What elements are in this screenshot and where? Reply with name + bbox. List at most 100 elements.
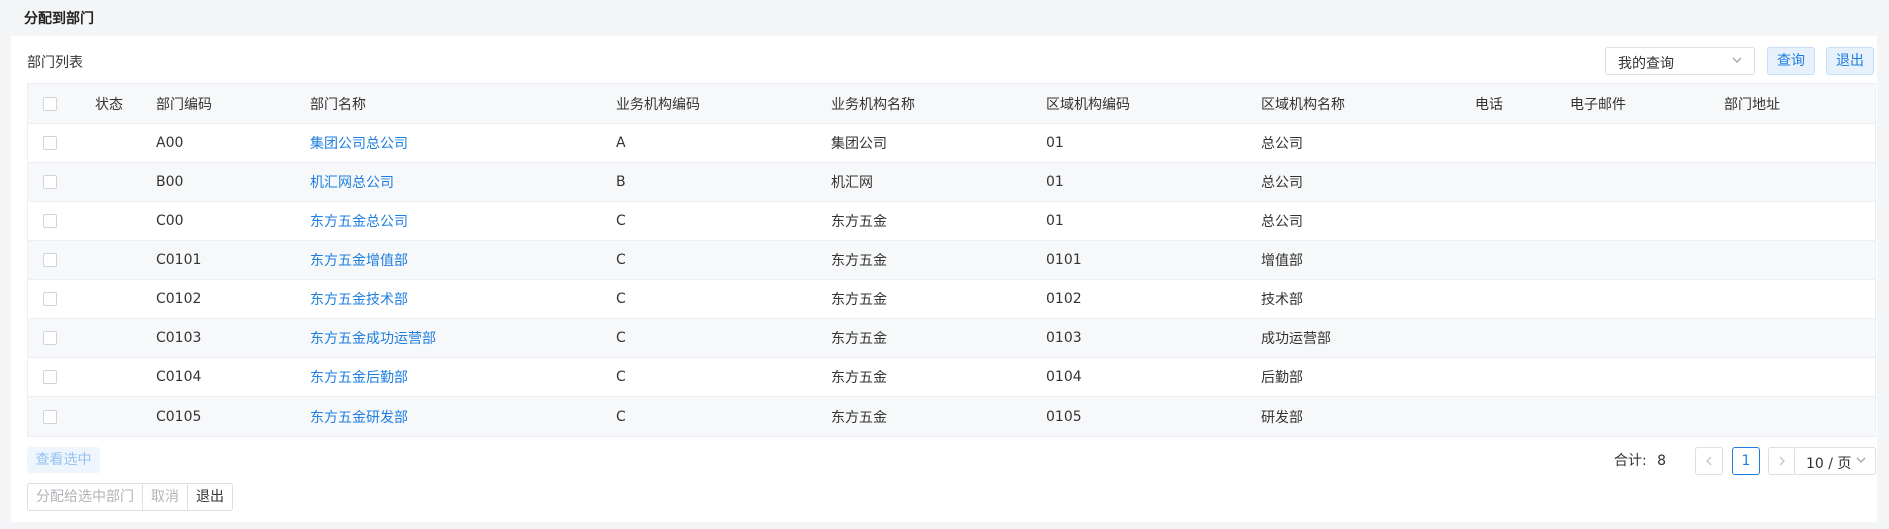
cell-business-name: 东方五金 — [831, 409, 887, 426]
select-all-checkbox[interactable] — [43, 96, 57, 111]
cell-name-link[interactable]: 机汇网总公司 — [310, 163, 394, 201]
row-checkbox[interactable] — [43, 292, 57, 306]
cell-region-name: 成功运营部 — [1261, 331, 1331, 347]
cell-business-code: C — [616, 252, 626, 268]
table-row[interactable]: C0105 东方五金研发部 C 东方五金 0105 研发部 — [28, 397, 1875, 436]
col-header-email: 电子邮件 — [1570, 96, 1626, 113]
col-header-business-code: 业务机构编码 — [616, 96, 700, 113]
table-row[interactable]: A00 集团公司总公司 A 集团公司 01 总公司 — [28, 124, 1875, 163]
department-panel: 部门列表 我的查询 查询 退出 状态 部门编码 部门名称 业务机构编码 业务机构… — [11, 36, 1877, 522]
col-header-name: 部门名称 — [310, 96, 366, 113]
cancel-button[interactable]: 取消 — [143, 484, 188, 510]
row-checkbox[interactable] — [43, 370, 57, 384]
table-row[interactable]: C0103 东方五金成功运营部 C 东方五金 0103 成功运营部 — [28, 319, 1875, 358]
row-checkbox[interactable] — [43, 175, 57, 189]
table-row[interactable]: B00 机汇网总公司 B 机汇网 01 总公司 — [28, 163, 1875, 202]
cell-business-name: 集团公司 — [831, 136, 887, 152]
cell-name-link[interactable]: 东方五金成功运营部 — [310, 319, 436, 357]
query-select[interactable]: 我的查询 — [1605, 47, 1755, 75]
cell-code: C0104 — [156, 369, 202, 385]
page-button-current[interactable]: 1 — [1732, 447, 1760, 475]
pagination-total-count: 8 — [1657, 453, 1667, 469]
cell-business-code: B — [616, 174, 626, 190]
table-row[interactable]: C0101 东方五金增值部 C 东方五金 0101 增值部 — [28, 241, 1875, 280]
query-select-value: 我的查询 — [1618, 56, 1674, 72]
table-header-row: 状态 部门编码 部门名称 业务机构编码 业务机构名称 区域机构编码 区域机构名称… — [28, 84, 1875, 124]
col-header-phone: 电话 — [1475, 96, 1503, 113]
cell-region-code: 01 — [1046, 213, 1064, 229]
cell-region-name: 研发部 — [1261, 409, 1303, 426]
cell-name-link[interactable]: 东方五金后勤部 — [310, 358, 408, 396]
page-title: 分配到部门 — [24, 11, 94, 27]
chevron-down-icon — [1732, 57, 1742, 63]
cell-business-code: C — [616, 330, 626, 346]
table-row[interactable]: C0104 东方五金后勤部 C 东方五金 0104 后勤部 — [28, 358, 1875, 397]
col-header-status: 状态 — [95, 96, 123, 113]
cell-region-name: 技术部 — [1261, 292, 1303, 308]
row-checkbox[interactable] — [43, 331, 57, 345]
cell-business-name: 东方五金 — [831, 214, 887, 230]
col-header-address: 部门地址 — [1724, 96, 1780, 113]
pagination-total: 合计: 8 — [1614, 450, 1666, 470]
list-title: 部门列表 — [27, 55, 83, 71]
department-table: 状态 部门编码 部门名称 业务机构编码 业务机构名称 区域机构编码 区域机构名称… — [27, 83, 1876, 437]
page-size-value: 10 / 页 — [1806, 456, 1852, 472]
cell-region-code: 0104 — [1046, 369, 1082, 385]
row-checkbox[interactable] — [43, 409, 57, 424]
cell-code: B00 — [156, 174, 184, 190]
query-button[interactable]: 查询 — [1767, 47, 1815, 75]
cell-region-name: 总公司 — [1261, 175, 1303, 191]
col-header-business-name: 业务机构名称 — [831, 96, 915, 113]
cell-region-name: 增值部 — [1261, 253, 1303, 269]
cell-code: C0101 — [156, 252, 202, 268]
exit-button[interactable]: 退出 — [188, 484, 232, 510]
cell-business-code: C — [616, 408, 626, 425]
assign-to-selected-button[interactable]: 分配给选中部门 — [28, 484, 143, 510]
cell-business-code: C — [616, 369, 626, 385]
cell-region-name: 总公司 — [1261, 136, 1303, 152]
table-row[interactable]: C00 东方五金总公司 C 东方五金 01 总公司 — [28, 202, 1875, 241]
cell-region-code: 0103 — [1046, 330, 1082, 346]
cell-business-name: 东方五金 — [831, 331, 887, 347]
cell-name-link[interactable]: 东方五金增值部 — [310, 241, 408, 279]
cell-name-link[interactable]: 集团公司总公司 — [310, 124, 408, 162]
prev-page-button[interactable] — [1695, 447, 1723, 475]
cell-business-name: 东方五金 — [831, 292, 887, 308]
cell-code: C0103 — [156, 330, 202, 346]
cell-code: C0102 — [156, 291, 202, 307]
col-header-region-name: 区域机构名称 — [1261, 96, 1345, 113]
row-checkbox[interactable] — [43, 136, 57, 150]
action-button-group: 分配给选中部门 取消 退出 — [27, 483, 233, 511]
row-checkbox[interactable] — [43, 214, 57, 228]
cell-business-code: A — [616, 135, 626, 151]
cell-name-link[interactable]: 东方五金总公司 — [310, 202, 408, 240]
chevron-right-icon — [1779, 456, 1785, 466]
chevron-left-icon — [1706, 456, 1712, 466]
view-selected-button[interactable]: 查看选中 — [27, 447, 100, 473]
cell-business-code: C — [616, 291, 626, 307]
cell-name-link[interactable]: 东方五金技术部 — [310, 280, 408, 318]
cell-name-link[interactable]: 东方五金研发部 — [310, 397, 408, 436]
cell-business-name: 东方五金 — [831, 253, 887, 269]
next-page-button[interactable] — [1768, 447, 1796, 475]
cell-region-name: 后勤部 — [1261, 370, 1303, 386]
row-checkbox[interactable] — [43, 253, 57, 267]
chevron-down-icon — [1856, 457, 1866, 463]
cell-code: C0105 — [156, 408, 202, 425]
cell-code: A00 — [156, 135, 184, 151]
cell-business-name: 东方五金 — [831, 370, 887, 386]
cell-region-code: 01 — [1046, 174, 1064, 190]
title-bar: 分配到部门 — [0, 0, 1889, 34]
cell-business-code: C — [616, 213, 626, 229]
col-header-region-code: 区域机构编码 — [1046, 96, 1130, 113]
page-size-select[interactable]: 10 / 页 — [1794, 447, 1876, 475]
cell-region-code: 0101 — [1046, 252, 1082, 268]
cell-business-name: 机汇网 — [831, 175, 873, 191]
col-header-code: 部门编码 — [156, 96, 212, 113]
cell-code: C00 — [156, 213, 184, 229]
cell-region-code: 01 — [1046, 135, 1064, 151]
exit-button-top[interactable]: 退出 — [1826, 47, 1874, 75]
cell-region-name: 总公司 — [1261, 214, 1303, 230]
pagination-total-label: 合计: — [1614, 453, 1647, 469]
table-row[interactable]: C0102 东方五金技术部 C 东方五金 0102 技术部 — [28, 280, 1875, 319]
